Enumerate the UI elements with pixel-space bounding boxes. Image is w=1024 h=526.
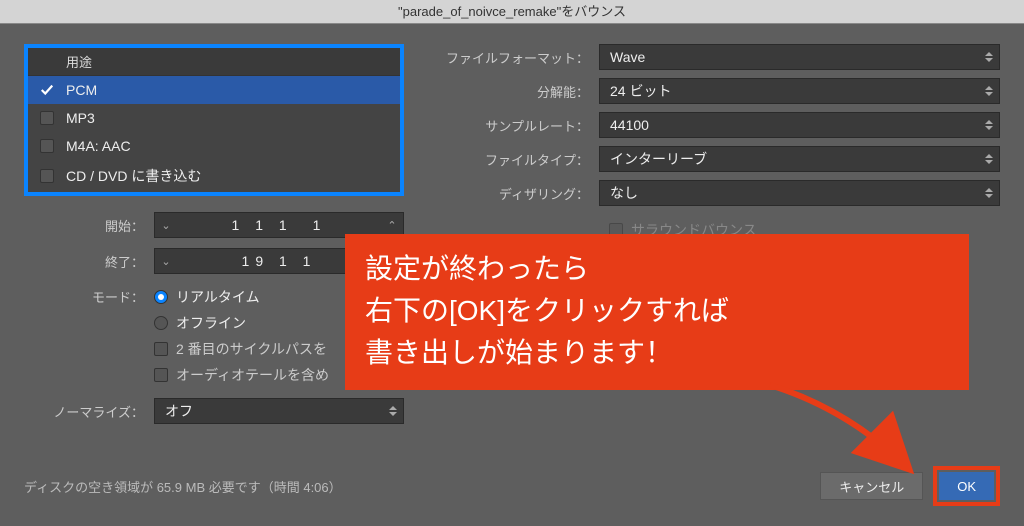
dither-select[interactable]: なし: [599, 180, 1000, 206]
purpose-item-mp3[interactable]: MP3: [28, 104, 400, 132]
callout-line: 書き出しが始まります！: [365, 332, 949, 374]
purpose-item-pcm[interactable]: PCM: [28, 76, 400, 104]
resolution-select[interactable]: 24 ビット: [599, 78, 1000, 104]
normalize-select[interactable]: オフ: [154, 398, 404, 424]
resolution-label: 分解能：: [444, 82, 599, 101]
checkbox-icon: [154, 368, 168, 382]
checkmark-icon: [36, 82, 58, 98]
select-arrows-icon: [985, 154, 993, 164]
radio-label: リアルタイム: [176, 287, 260, 307]
select-value: オフ: [165, 401, 193, 421]
checkbox-label: オーディオテールを含め: [176, 365, 329, 385]
dialog-footer: ディスクの空き領域が 65.9 MB 必要です（時間 4:06） キャンセル O…: [0, 452, 1024, 526]
purpose-list: 用途 PCM MP3 M4A: AAC CD / DVD に書き込む: [24, 44, 404, 196]
checkbox-label: 2 番目のサイクルパスを: [176, 339, 327, 359]
format-label: ファイルフォーマット：: [444, 48, 599, 67]
checkbox-icon: [154, 342, 168, 356]
ok-highlight-box: OK: [933, 466, 1000, 506]
purpose-item-label: CD / DVD に書き込む: [66, 166, 201, 186]
chevron-down-icon[interactable]: ⌄: [155, 219, 177, 232]
cancel-button[interactable]: キャンセル: [820, 472, 923, 500]
radio-icon: [154, 316, 168, 330]
checkbox-icon: [36, 168, 58, 184]
radio-icon: [154, 290, 168, 304]
checkbox-icon: [36, 110, 58, 126]
disk-info: ディスクの空き領域が 65.9 MB 必要です（時間 4:06）: [24, 477, 810, 496]
purpose-item-label: MP3: [66, 110, 95, 126]
select-value: なし: [610, 183, 638, 203]
purpose-item-label: M4A: AAC: [66, 138, 131, 154]
chevron-up-icon[interactable]: ⌃: [381, 219, 403, 232]
samplerate-label: サンプルレート：: [444, 116, 599, 135]
callout-line: 右下の[OK]をクリックすれば: [365, 290, 949, 332]
end-label: 終了：: [24, 252, 154, 271]
select-value: インターリーブ: [610, 149, 707, 169]
filetype-select[interactable]: インターリーブ: [599, 146, 1000, 172]
callout-line: 設定が終わったら: [365, 248, 949, 290]
select-arrows-icon: [985, 120, 993, 130]
select-arrows-icon: [389, 406, 397, 416]
select-value: 44100: [610, 117, 649, 133]
select-arrows-icon: [985, 52, 993, 62]
filetype-label: ファイルタイプ：: [444, 150, 599, 169]
checkbox-icon: [36, 138, 58, 154]
samplerate-select[interactable]: 44100: [599, 112, 1000, 138]
ok-button[interactable]: OK: [939, 472, 994, 500]
start-value: 1 1 1 1: [177, 215, 381, 235]
format-select[interactable]: Wave: [599, 44, 1000, 70]
window-title: "parade_of_noivce_remake"をバウンス: [0, 0, 1024, 24]
mode-label: モード：: [24, 284, 154, 306]
purpose-item-label: PCM: [66, 82, 97, 98]
purpose-item-cddvd[interactable]: CD / DVD に書き込む: [28, 160, 400, 192]
select-arrows-icon: [985, 188, 993, 198]
purpose-item-m4a[interactable]: M4A: AAC: [28, 132, 400, 160]
select-arrows-icon: [985, 86, 993, 96]
select-value: 24 ビット: [610, 81, 671, 101]
purpose-header: 用途: [28, 48, 400, 76]
chevron-down-icon[interactable]: ⌄: [155, 255, 177, 268]
instruction-callout: 設定が終わったら 右下の[OK]をクリックすれば 書き出しが始まります！: [345, 234, 969, 390]
select-value: Wave: [610, 49, 645, 65]
start-label: 開始：: [24, 216, 154, 235]
dither-label: ディザリング：: [444, 184, 599, 203]
normalize-label: ノーマライズ：: [24, 402, 154, 421]
radio-label: オフライン: [176, 313, 246, 333]
